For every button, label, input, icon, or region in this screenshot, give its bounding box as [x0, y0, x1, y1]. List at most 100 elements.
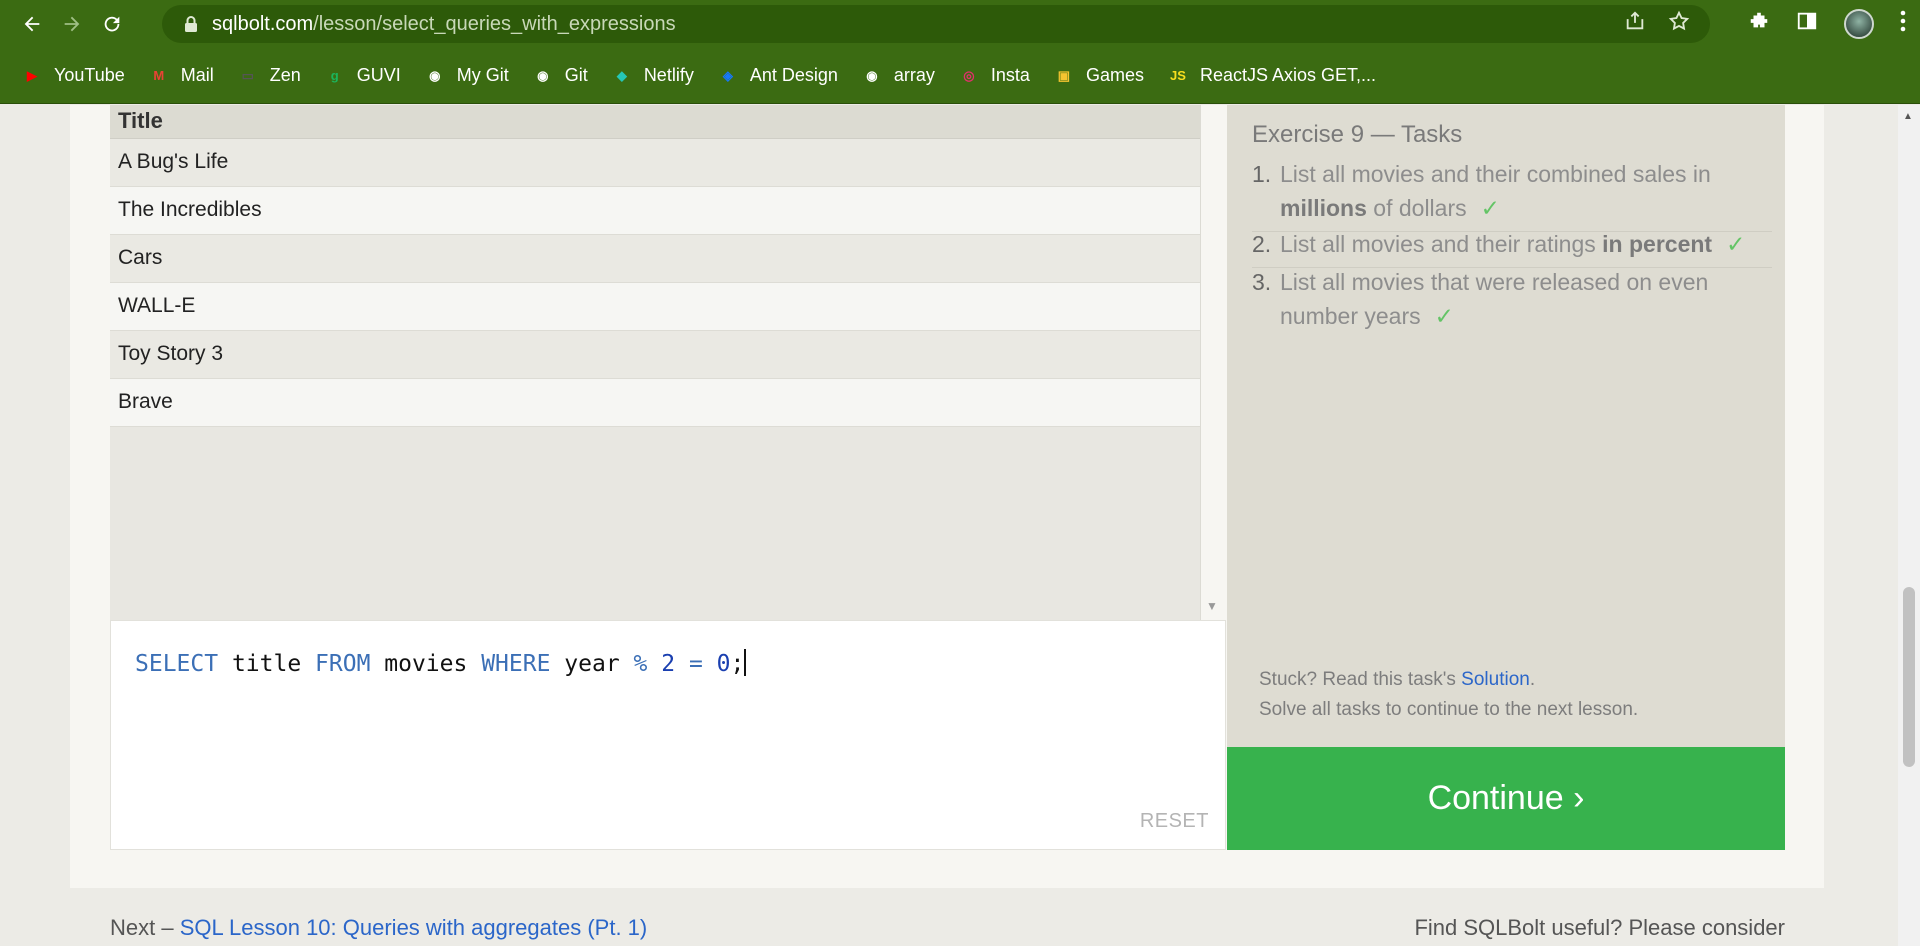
- star-icon[interactable]: [1668, 10, 1690, 38]
- task-number: 1.: [1252, 161, 1272, 187]
- tasks-panel: Exercise 9 — Tasks 1. List all movies and…: [1227, 105, 1785, 747]
- column-header-title: Title: [110, 105, 1200, 139]
- task-text-pre: List all movies and their combined sales…: [1280, 161, 1711, 187]
- bookmark-label: Mail: [180, 65, 214, 85]
- query-results: Title A Bug's Life The Incredibles Cars WAL…: [110, 105, 1201, 620]
- text-cursor: [744, 649, 747, 676]
- task-text-pre: List all movies that were released on ev…: [1280, 269, 1709, 329]
- continue-button[interactable]: Continue ›: [1227, 747, 1785, 850]
- task-text-bold: in percent: [1602, 231, 1713, 257]
- profile-avatar[interactable]: [1844, 9, 1874, 39]
- bookmark-ant-design[interactable]: ◈ Ant Design: [716, 64, 838, 88]
- bookmark-instagram[interactable]: ◎ Insta: [957, 64, 1030, 88]
- lock-icon: [180, 15, 202, 33]
- results-scroll-down-icon[interactable]: ▼: [1206, 599, 1218, 613]
- sql-token: ;: [730, 651, 745, 677]
- github-icon: ◉: [429, 67, 441, 83]
- github-icon: ◉: [537, 67, 549, 83]
- solve-all-text: Solve all tasks to continue to the next …: [1259, 699, 1639, 720]
- task-item: 1. List all movies and their combined sal…: [1252, 157, 1772, 232]
- bookmark-label: Netlify: [643, 65, 694, 85]
- reset-button[interactable]: RESET: [1140, 810, 1209, 833]
- extensions-icon[interactable]: [1748, 10, 1770, 38]
- sql-token: WHERE: [481, 651, 551, 677]
- table-row: The Incredibles: [110, 186, 1200, 235]
- solution-link[interactable]: Solution: [1461, 669, 1530, 690]
- forward-arrow-icon[interactable]: [52, 4, 92, 44]
- sql-token: 2: [661, 651, 676, 677]
- page-content: Title A Bug's Life The Incredibles Cars WAL…: [0, 105, 1920, 946]
- title-cell: Brave: [110, 378, 1200, 427]
- results-table: Title A Bug's Life The Incredibles Cars WAL…: [110, 105, 1200, 427]
- github-icon: ◉: [866, 67, 878, 83]
- task-item: 2. List all movies and their ratings in p…: [1252, 227, 1772, 268]
- bookmark-label: array: [893, 65, 935, 85]
- bookmark-label: GUVI: [356, 65, 401, 85]
- task-text-bold: millions: [1280, 195, 1367, 221]
- bookmark-label: Insta: [990, 65, 1030, 85]
- address-bar[interactable]: sqlbolt.com/lesson/select_queries_with_e…: [162, 5, 1710, 43]
- checkmark-icon: ✓: [1480, 195, 1500, 221]
- url-path: /lesson/select_queries_with_expressions: [313, 12, 676, 35]
- bookmark-gmail[interactable]: M Mail: [147, 64, 214, 88]
- title-cell: Toy Story 3: [110, 330, 1200, 379]
- bookmark-youtube[interactable]: ▶ YouTube: [20, 64, 125, 88]
- title-cell: Cars: [110, 234, 1200, 283]
- title-cell: The Incredibles: [110, 186, 1200, 235]
- next-prefix: Next –: [110, 915, 180, 940]
- gmail-icon: M: [153, 68, 165, 83]
- bookmark-netlify[interactable]: ◆ Netlify: [610, 64, 694, 88]
- stuck-end: .: [1529, 669, 1536, 690]
- sql-token: movies: [370, 651, 482, 677]
- title-cell: WALL-E: [110, 282, 1200, 331]
- lesson-footer: Next – SQL Lesson 10: Queries with aggre…: [110, 915, 1785, 941]
- next-lesson-link[interactable]: SQL Lesson 10: Queries with aggregates (…: [180, 915, 648, 940]
- table-row: Brave: [110, 378, 1200, 427]
- bookmark-zen[interactable]: ▭ Zen: [236, 64, 301, 88]
- task-text: List all movies that were released on ev…: [1280, 265, 1772, 333]
- bookmark-label: My Git: [456, 65, 509, 85]
- guvi-icon: g: [330, 68, 339, 83]
- side-panel-icon[interactable]: [1796, 10, 1818, 38]
- zen-icon: ▭: [241, 67, 254, 83]
- sql-editor[interactable]: SELECT title FROM movies WHERE year % 2 …: [110, 620, 1226, 850]
- page-scrollbar[interactable]: ▲: [1898, 105, 1920, 946]
- url-host: sqlbolt.com: [212, 12, 314, 35]
- js-icon: JS: [1170, 68, 1186, 83]
- title-cell: A Bug's Life: [110, 138, 1200, 187]
- table-row: WALL-E: [110, 282, 1200, 331]
- bookmark-github[interactable]: ◉ array: [860, 64, 935, 88]
- sql-token: %: [633, 651, 648, 677]
- bookmark-js[interactable]: JS ReactJS Axios GET,...: [1166, 64, 1376, 88]
- tasks-title: Exercise 9 — Tasks: [1252, 121, 1463, 148]
- bookmark-label: Git: [564, 65, 588, 85]
- scrollbar-thumb[interactable]: [1903, 587, 1915, 767]
- bookmarks-bar: ▶ YouTube M Mail ▭ Zen g GUVI ◉ My Git ◉ Git ◆ Netlif…: [0, 48, 1920, 104]
- bookmark-github[interactable]: ◉ Git: [531, 64, 588, 88]
- table-row: Cars: [110, 234, 1200, 283]
- instagram-icon: ◎: [963, 67, 975, 83]
- sql-token: year: [550, 651, 634, 677]
- youtube-icon: ▶: [27, 67, 37, 83]
- sql-token: FROM: [315, 651, 371, 677]
- task-text-post: of dollars: [1366, 195, 1467, 221]
- bookmark-games[interactable]: ▣ Games: [1052, 64, 1144, 88]
- table-row: A Bug's Life: [110, 138, 1200, 187]
- bookmark-label: ReactJS Axios GET,...: [1199, 65, 1377, 85]
- task-number: 3.: [1252, 269, 1272, 295]
- reload-icon[interactable]: [92, 4, 132, 44]
- back-arrow-icon[interactable]: [12, 4, 52, 44]
- bookmark-guvi[interactable]: g GUVI: [323, 64, 401, 88]
- ant-design-icon: ◈: [722, 67, 733, 83]
- support-text: Find SQLBolt useful? Please consider: [1414, 915, 1785, 940]
- task-text: List all movies and their ratings in per…: [1280, 227, 1772, 261]
- bookmark-label: Zen: [269, 65, 301, 85]
- sql-token: SELECT: [135, 651, 219, 677]
- sql-query-text[interactable]: SELECT title FROM movies WHERE year % 2 …: [135, 649, 747, 677]
- scroll-up-icon[interactable]: ▲: [1903, 111, 1913, 122]
- bookmark-github[interactable]: ◉ My Git: [423, 64, 509, 88]
- netlify-icon: ◆: [616, 67, 627, 83]
- share-icon[interactable]: [1624, 10, 1646, 38]
- menu-dots-icon[interactable]: [1900, 10, 1906, 38]
